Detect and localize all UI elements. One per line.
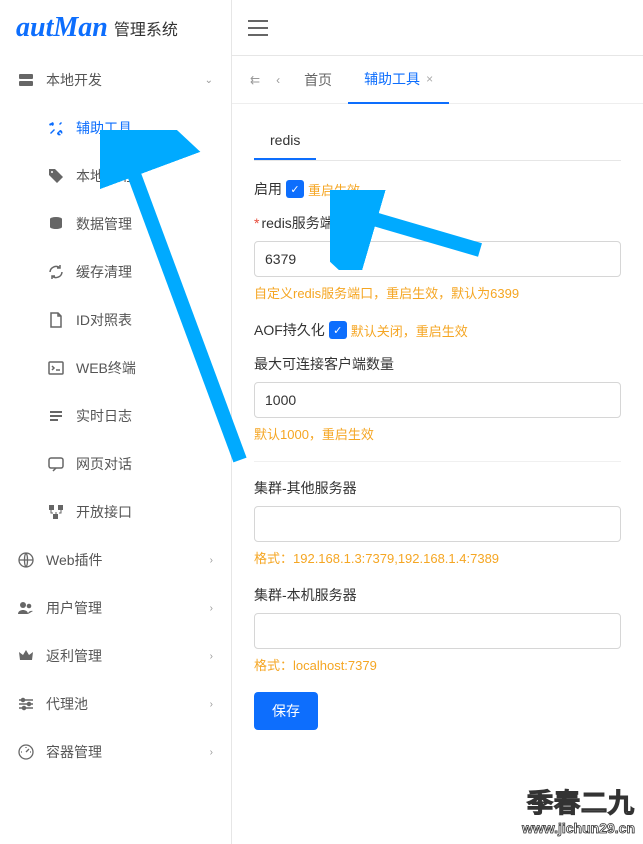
tab-label: 辅助工具 bbox=[364, 69, 420, 89]
document-icon bbox=[48, 312, 64, 328]
sidebar-item-label: 辅助工具 bbox=[76, 118, 132, 138]
api-icon bbox=[48, 504, 64, 520]
aof-checkbox[interactable]: ✓ bbox=[329, 321, 347, 339]
sidebar-item-label: 开放接口 bbox=[76, 502, 132, 522]
chevron-right-icon: › bbox=[210, 699, 213, 710]
users-icon bbox=[18, 600, 34, 616]
maxconn-hint: 默认1000，重启生效 bbox=[254, 424, 621, 443]
logo-brand: autMan bbox=[16, 12, 108, 44]
sidebar-item-label: 实时日志 bbox=[76, 406, 132, 426]
tools-icon bbox=[48, 120, 64, 136]
sidebar-item-data-manage[interactable]: 数据管理 bbox=[0, 200, 231, 248]
database-icon bbox=[48, 216, 64, 232]
sidebar-item-proxy-pool[interactable]: 代理池 › bbox=[0, 680, 231, 728]
sidebar-item-label: Web插件 bbox=[46, 550, 103, 570]
tab-nav-first[interactable]: ⇇ bbox=[242, 73, 268, 87]
maxconn-label: 最大可连接客户端数量 bbox=[254, 354, 621, 374]
sidebar-item-label: ID对照表 bbox=[76, 310, 132, 330]
sidebar-item-realtime-log[interactable]: 实时日志 bbox=[0, 392, 231, 440]
logo-sub: 管理系统 bbox=[114, 16, 178, 40]
aof-hint: 默认关闭，重启生效 bbox=[351, 321, 468, 340]
chevron-right-icon: › bbox=[210, 555, 213, 566]
terminal-icon bbox=[48, 360, 64, 376]
port-input[interactable] bbox=[254, 241, 621, 277]
save-button[interactable]: 保存 bbox=[254, 692, 318, 730]
maxconn-input[interactable] bbox=[254, 382, 621, 418]
sidebar-item-local-app[interactable]: 本地应用 bbox=[0, 152, 231, 200]
sidebar-item-web-plugin[interactable]: Web插件 › bbox=[0, 536, 231, 584]
cluster-self-hint: 格式：localhost:7379 bbox=[254, 655, 621, 674]
tab-aux-tools[interactable]: 辅助工具 × bbox=[348, 56, 449, 104]
tab-home[interactable]: 首页 bbox=[288, 57, 348, 103]
sidebar-item-rebate-manage[interactable]: 返利管理 › bbox=[0, 632, 231, 680]
sidebar-item-label: 缓存清理 bbox=[76, 262, 132, 282]
sidebar-item-label: 网页对话 bbox=[76, 454, 132, 474]
tab-nav-prev[interactable]: ‹ bbox=[268, 73, 288, 87]
cluster-self-input[interactable] bbox=[254, 613, 621, 649]
sidebar-item-label: 用户管理 bbox=[46, 598, 102, 618]
crown-icon bbox=[18, 648, 34, 664]
sidebar-item-label: 代理池 bbox=[46, 694, 88, 714]
enable-hint: 重启生效 bbox=[308, 180, 360, 199]
globe-icon bbox=[18, 552, 34, 568]
subtab-redis[interactable]: redis bbox=[254, 124, 316, 160]
refresh-icon bbox=[48, 264, 64, 280]
chevron-right-icon: › bbox=[210, 651, 213, 662]
sidebar-item-id-map[interactable]: ID对照表 bbox=[0, 296, 231, 344]
cluster-other-input[interactable] bbox=[254, 506, 621, 542]
aof-label: AOF持久化 bbox=[254, 320, 325, 340]
close-icon[interactable]: × bbox=[426, 72, 433, 86]
sidebar-item-cache-clear[interactable]: 缓存清理 bbox=[0, 248, 231, 296]
chat-icon bbox=[48, 456, 64, 472]
menu-toggle[interactable] bbox=[248, 20, 268, 36]
logo: autMan 管理系统 bbox=[0, 0, 231, 56]
tag-icon bbox=[48, 168, 64, 184]
port-label: *redis服务端口 bbox=[254, 213, 621, 233]
sidebar-item-label: 容器管理 bbox=[46, 742, 102, 762]
enable-label: 启用 bbox=[254, 179, 282, 199]
sidebar-item-aux-tools[interactable]: 辅助工具 bbox=[0, 104, 231, 152]
sidebar-item-web-chat[interactable]: 网页对话 bbox=[0, 440, 231, 488]
sidebar-item-label: WEB终端 bbox=[76, 358, 136, 378]
sidebar-item-user-manage[interactable]: 用户管理 › bbox=[0, 584, 231, 632]
chevron-down-icon: ⌄ bbox=[205, 75, 213, 86]
enable-checkbox[interactable]: ✓ bbox=[286, 180, 304, 198]
sidebar-item-label: 返利管理 bbox=[46, 646, 102, 666]
storage-icon bbox=[18, 72, 34, 88]
port-hint: 自定义redis服务端口，重启生效，默认为6399 bbox=[254, 283, 621, 302]
sliders-icon bbox=[18, 696, 34, 712]
sidebar-item-label: 本地应用 bbox=[76, 166, 132, 186]
log-icon bbox=[48, 408, 64, 424]
tab-label: 首页 bbox=[304, 70, 332, 90]
chevron-right-icon: › bbox=[210, 603, 213, 614]
cluster-other-hint: 格式：192.168.1.3:7379,192.168.1.4:7389 bbox=[254, 548, 621, 567]
dashboard-icon bbox=[18, 744, 34, 760]
sidebar-item-web-terminal[interactable]: WEB终端 bbox=[0, 344, 231, 392]
sidebar-item-container-manage[interactable]: 容器管理 › bbox=[0, 728, 231, 776]
cluster-self-label: 集群-本机服务器 bbox=[254, 585, 621, 605]
chevron-right-icon: › bbox=[210, 747, 213, 758]
sidebar-item-label: 本地开发 bbox=[46, 70, 102, 90]
sidebar-item-open-api[interactable]: 开放接口 bbox=[0, 488, 231, 536]
cluster-other-label: 集群-其他服务器 bbox=[254, 478, 621, 498]
sidebar-item-local-dev[interactable]: 本地开发 ⌄ bbox=[0, 56, 231, 104]
sidebar-item-label: 数据管理 bbox=[76, 214, 132, 234]
